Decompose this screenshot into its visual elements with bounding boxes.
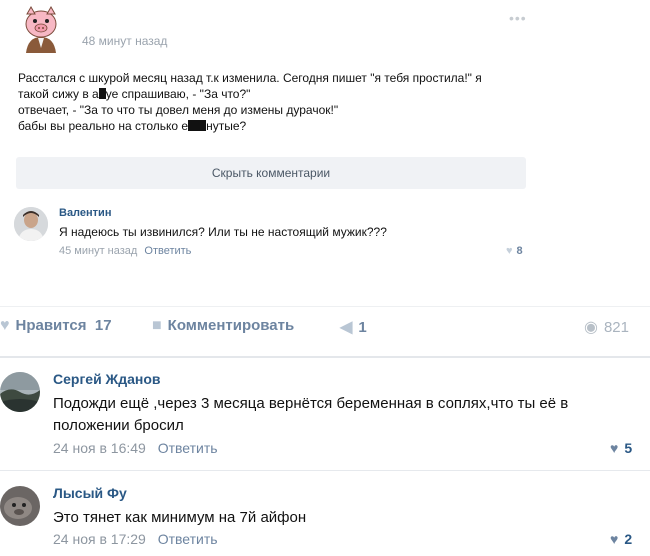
post-text-fragment: такой сижу в а	[18, 87, 99, 101]
comment: Лысый Фу Это тянет как минимум на 7й айф…	[0, 476, 650, 556]
pig-avatar-icon[interactable]	[16, 4, 66, 54]
post-card: 48 минут назад ••• Расстался с шкурой ме…	[0, 0, 650, 305]
heart-icon: ♥	[610, 440, 619, 456]
like-count: 17	[94, 317, 112, 334]
censor-block	[98, 88, 106, 99]
post-text-line: такой сижу в а уе спрашиваю, - "За что?"	[18, 86, 538, 102]
comment-author-link[interactable]: Валентин	[59, 207, 111, 219]
reply-button[interactable]: Ответить	[144, 245, 191, 257]
like-label: Нравится	[15, 317, 87, 334]
post-text-line: бабы вы реально на столько е нутые?	[18, 118, 538, 134]
like-button[interactable]: ♥ Нравится 17	[0, 317, 112, 335]
hide-comments-button[interactable]: Скрыть комментарии	[16, 157, 526, 189]
share-button[interactable]: ◀ 1	[340, 317, 367, 337]
more-dots-icon[interactable]: •••	[509, 11, 527, 25]
comment-date[interactable]: 24 ноя в 17:29	[53, 531, 146, 547]
megaphone-icon: ◀	[340, 319, 353, 336]
comment-like-button[interactable]: ♥ 5	[610, 440, 632, 456]
comment-like-button[interactable]: ♥ 2	[610, 531, 632, 547]
like-count: 8	[516, 245, 523, 257]
comment-button[interactable]: ■ Комментировать	[152, 317, 294, 335]
avatar[interactable]	[0, 486, 40, 526]
comment-date[interactable]: 24 ноя в 16:49	[53, 440, 146, 456]
comment-meta: 24 ноя в 16:49 Ответить	[53, 440, 218, 456]
reply-button[interactable]: Ответить	[158, 531, 218, 547]
post-text-fragment: уе спрашиваю, - "За что?"	[105, 87, 251, 101]
censor-block	[188, 120, 207, 131]
nested-comment: Валентин Я надеюсь ты извинился? Или ты …	[14, 205, 534, 267]
post-text: Расстался с шкурой месяц назад т.к измен…	[18, 70, 538, 134]
comment-text: Я надеюсь ты извинился? Или ты не настоя…	[59, 225, 387, 239]
post-timestamp[interactable]: 48 минут назад	[82, 34, 167, 48]
heart-icon: ♥	[610, 531, 619, 547]
eye-icon: ◉	[584, 319, 598, 336]
speech-bubble-icon: ■	[152, 317, 162, 334]
reply-button[interactable]: Ответить	[158, 440, 218, 456]
share-count: 1	[358, 319, 367, 336]
comment-label: Комментировать	[167, 317, 295, 334]
heart-icon: ♥	[506, 245, 513, 257]
comment-meta: 24 ноя в 17:29 Ответить	[53, 531, 218, 547]
comment-author-link[interactable]: Сергей Жданов	[53, 371, 161, 387]
views-counter: ◉ 821	[584, 317, 629, 337]
like-count: 2	[624, 531, 633, 547]
comment-meta: 45 минут назад Ответить	[59, 245, 191, 257]
avatar[interactable]	[0, 372, 40, 412]
divider	[0, 306, 650, 307]
comment-text: Это тянет как минимум на 7й айфон	[53, 509, 307, 526]
post-action-bar: ♥ Нравится 17 ■ Комментировать ◀ 1 ◉ 821	[0, 306, 650, 348]
avatar[interactable]	[14, 207, 48, 241]
comment-text: Подожди ещё ,через 3 месяца вернётся бер…	[53, 395, 569, 434]
comment-time[interactable]: 45 минут назад	[59, 245, 137, 257]
like-count: 5	[624, 440, 633, 456]
comment: Сергей Жданов Подожди ещё ,через 3 месяц…	[0, 362, 650, 468]
divider	[0, 470, 650, 471]
post-text-fragment: бабы вы реально на столько е	[18, 119, 189, 133]
post-text-line: отвечает, - "За то что ты довел меня до …	[18, 103, 339, 117]
divider	[0, 356, 650, 358]
comment-like-button[interactable]: ♥ 8	[506, 245, 523, 257]
post-text-fragment: нутые?	[206, 119, 247, 133]
comment-author-link[interactable]: Лысый Фу	[53, 485, 127, 501]
views-count: 821	[603, 319, 629, 336]
heart-icon: ♥	[0, 317, 10, 334]
post-text-line: Расстался с шкурой месяц назад т.к измен…	[18, 71, 482, 85]
